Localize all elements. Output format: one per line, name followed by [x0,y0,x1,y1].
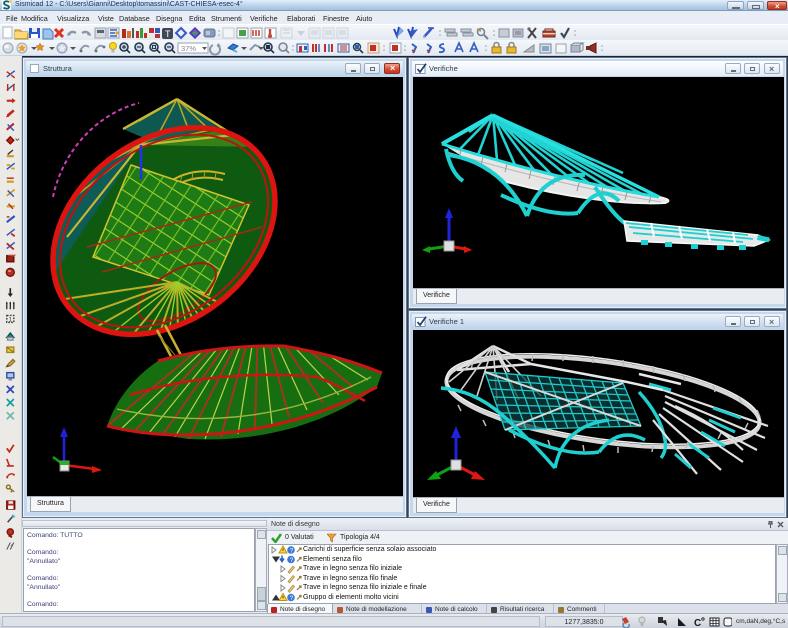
svg-text:+: + [10,544,13,549]
svg-text:37%: 37% [181,44,196,53]
svg-text:?: ? [290,548,294,555]
svg-text:T: T [165,29,171,39]
svg-text:?: ? [290,595,294,602]
svg-text:C: C [694,618,701,628]
svg-text:?: ? [290,557,294,564]
svg-text:1: 1 [9,317,13,324]
